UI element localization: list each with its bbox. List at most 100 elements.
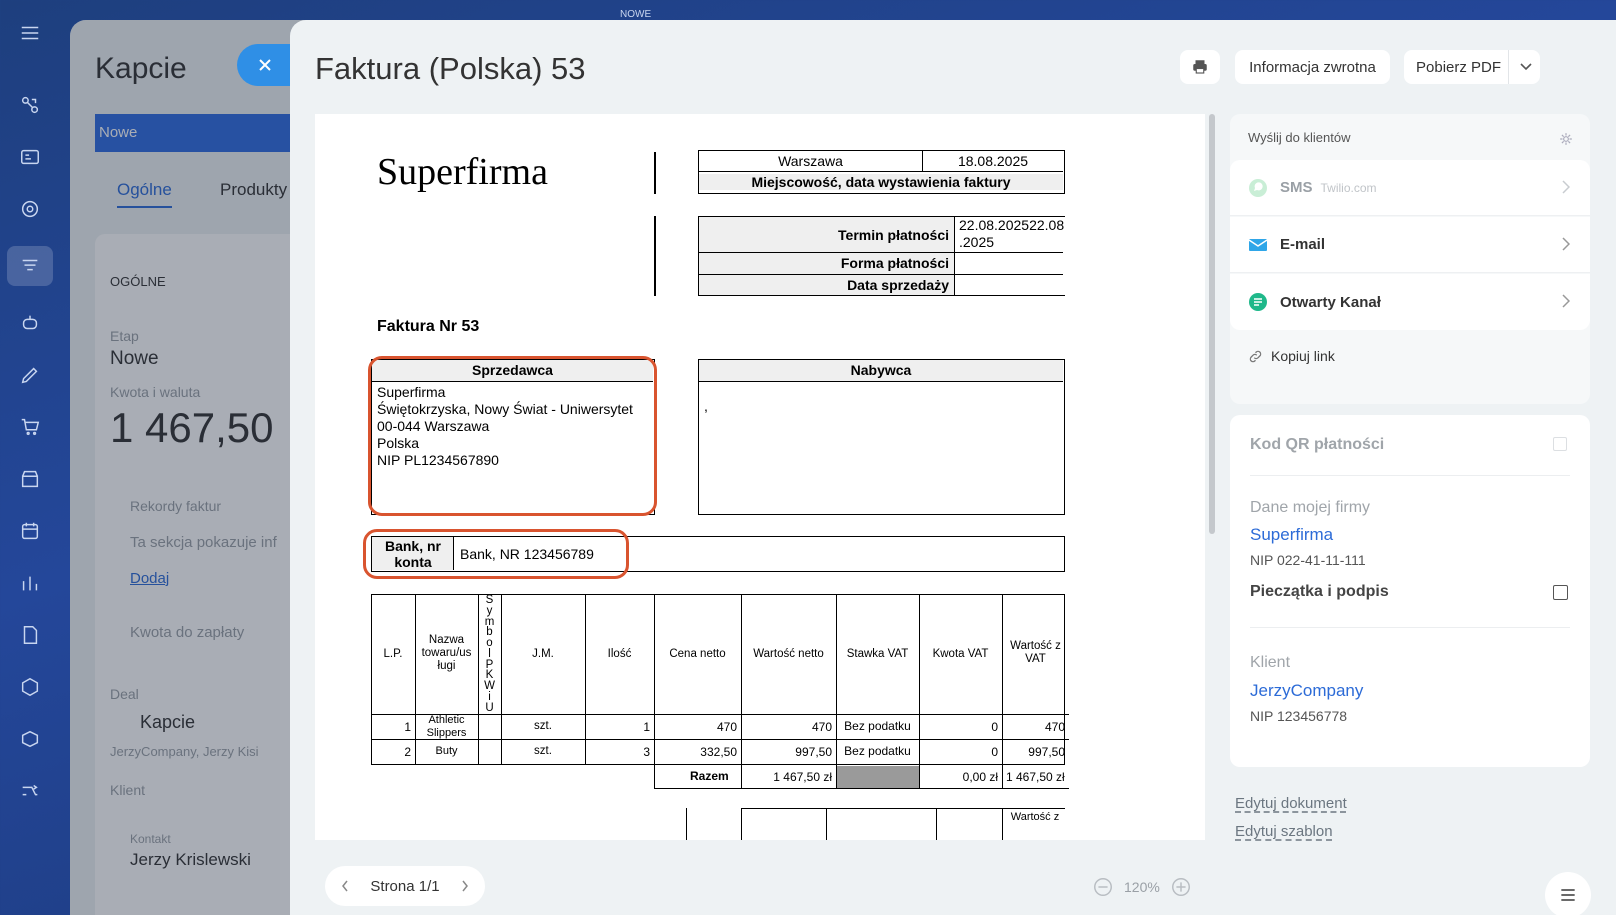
row2-unit: szt. [534, 745, 552, 757]
edit-document-link[interactable]: Edytuj dokument [1235, 795, 1347, 812]
list-menu-button[interactable] [1545, 872, 1591, 915]
row1-name-1: Athletic [428, 714, 465, 726]
chevron-right-icon [1562, 294, 1570, 308]
payment-form-label: Forma płatności [840, 255, 949, 271]
col-name-2: towaru/us [421, 647, 472, 659]
target-icon[interactable] [15, 194, 45, 224]
row2-qty: 3 [643, 744, 650, 759]
hexagon-icon[interactable] [15, 672, 45, 702]
pager: Strona 1/1 [325, 866, 485, 906]
mail-icon [1248, 238, 1268, 251]
edit-template-link[interactable]: Edytuj szablon [1235, 823, 1333, 840]
due-label: Termin płatności [838, 227, 949, 243]
stamp-checkbox[interactable] [1553, 585, 1568, 600]
feedback-button[interactable]: Informacja zwrotna [1235, 50, 1390, 84]
copy-link[interactable]: Kopiuj link [1248, 348, 1335, 364]
client-link[interactable]: JerzyCompany [1250, 681, 1363, 701]
chevron-right-icon[interactable] [461, 880, 469, 892]
buyer-box: Nabywca , [698, 359, 1065, 515]
row1-vat: 0 [991, 719, 998, 734]
store-icon[interactable] [15, 464, 45, 494]
crm-icon[interactable] [15, 90, 45, 120]
col-net: Wartość netto [753, 647, 824, 660]
robot-icon[interactable] [15, 308, 45, 338]
my-company-link[interactable]: Superfirma [1250, 525, 1333, 545]
col-gross-2: VAT [1025, 653, 1046, 665]
preview-scrollbar[interactable] [1209, 114, 1215, 534]
col-name-1: Nazwa [428, 634, 465, 646]
document-icon[interactable] [15, 620, 45, 650]
col-unit: J.M. [532, 647, 554, 660]
client-label: Klient [1250, 654, 1291, 671]
row1-qty: 1 [643, 719, 650, 734]
payment-terms-box: Termin płatności 22.08.202522.08 .2025 F… [698, 216, 1065, 296]
col-vat-amount: Kwota VAT [932, 647, 989, 660]
chevron-down-icon[interactable] [1520, 63, 1532, 71]
bank-highlight [363, 529, 629, 579]
funnel-icon[interactable] [7, 246, 53, 286]
total-label: Razem [690, 769, 729, 783]
sms-provider: Twilio.com [1320, 180, 1377, 195]
zoom-out-icon[interactable] [1092, 876, 1114, 898]
open-channel-icon [1249, 293, 1267, 311]
place-date-label: Miejscowość, data wystawienia faktury [699, 174, 1063, 190]
calendar-icon[interactable] [15, 516, 45, 546]
top-badge: NOWE [620, 9, 652, 20]
sale-date-label: Data sprzedaży [847, 277, 949, 293]
qr-label: Kod QR płatności [1250, 436, 1385, 453]
buyer-text: , [704, 398, 708, 414]
copy-link-label: Kopiuj link [1271, 348, 1335, 364]
printer-icon [1193, 60, 1207, 74]
items-table: L.P. Nazwa towaru/us ługi S y m b o l P … [371, 594, 1069, 794]
row2-vat: 0 [991, 744, 998, 759]
shuffle-icon[interactable] [15, 776, 45, 806]
qr-checkbox[interactable] [1553, 437, 1567, 451]
buyer-label: Nabywca [699, 360, 1063, 382]
box-icon[interactable] [15, 724, 45, 754]
row2-net: 997,50 [795, 744, 832, 759]
channel-sms[interactable]: SMS Twilio.com [1230, 160, 1590, 216]
zoom-level: 120% [1124, 879, 1160, 895]
due-value-1: 22.08.202522.08 [959, 217, 1065, 233]
left-navigation [0, 0, 60, 915]
invoice-number: Faktura Nr 53 [377, 318, 480, 335]
menu-icon[interactable] [15, 18, 45, 48]
invoice-city: Warszawa [778, 153, 843, 169]
row2-name-1: Buty [435, 745, 458, 757]
client-nip: NIP 123456778 [1250, 708, 1348, 724]
row2-vat-rate: Bez podatku [844, 744, 911, 758]
row2-price: 332,50 [700, 744, 737, 759]
document-settings-card: Kod QR płatności Dane mojej firmy Superf… [1230, 415, 1590, 767]
download-pdf-button[interactable]: Pobierz PDF [1404, 50, 1540, 84]
row1-unit: szt. [534, 720, 552, 732]
chevron-left-icon[interactable] [341, 880, 349, 892]
my-company-label: Dane mojej firmy [1250, 499, 1371, 516]
due-value-2: .2025 [959, 234, 995, 250]
sms-label: SMS [1280, 179, 1313, 196]
send-title: Wyślij do klientów [1248, 130, 1351, 145]
download-pdf-label: Pobierz PDF [1416, 58, 1502, 76]
gear-icon[interactable] [1559, 132, 1573, 146]
channel-open-channel[interactable]: Otwarty Kanał [1230, 274, 1590, 330]
col-gross-1: Wartość z [1010, 640, 1061, 652]
zoom-in-icon[interactable] [1170, 876, 1192, 898]
print-button[interactable] [1180, 50, 1220, 84]
document-title: Faktura (Polska) 53 [315, 51, 586, 86]
row2-lp: 2 [404, 744, 411, 759]
send-to-clients-card: Wyślij do klientów SMS Twilio.com E-mail… [1230, 114, 1590, 404]
row1-lp: 1 [404, 719, 411, 734]
row1-vat-rate: Bez podatku [844, 719, 911, 733]
invoice-preview: Superfirma Warszawa 18.08.2025 Miejscowo… [315, 114, 1205, 840]
col-pkwiu: S y m b o l P K W i U [478, 594, 501, 714]
place-date-box: Warszawa 18.08.2025 Miejscowość, data wy… [698, 150, 1065, 194]
channel-email[interactable]: E-mail [1230, 217, 1590, 273]
list-icon [1561, 889, 1575, 901]
zoom-controls: 120% [1092, 876, 1192, 898]
pen-icon[interactable] [15, 360, 45, 390]
whatsapp-icon [1249, 178, 1267, 197]
contact-card-icon[interactable] [15, 142, 45, 172]
chart-icon[interactable] [15, 568, 45, 598]
next-table-header: Wartość z [1010, 811, 1060, 823]
seller-highlight [368, 356, 657, 516]
cart-icon[interactable] [15, 412, 45, 442]
